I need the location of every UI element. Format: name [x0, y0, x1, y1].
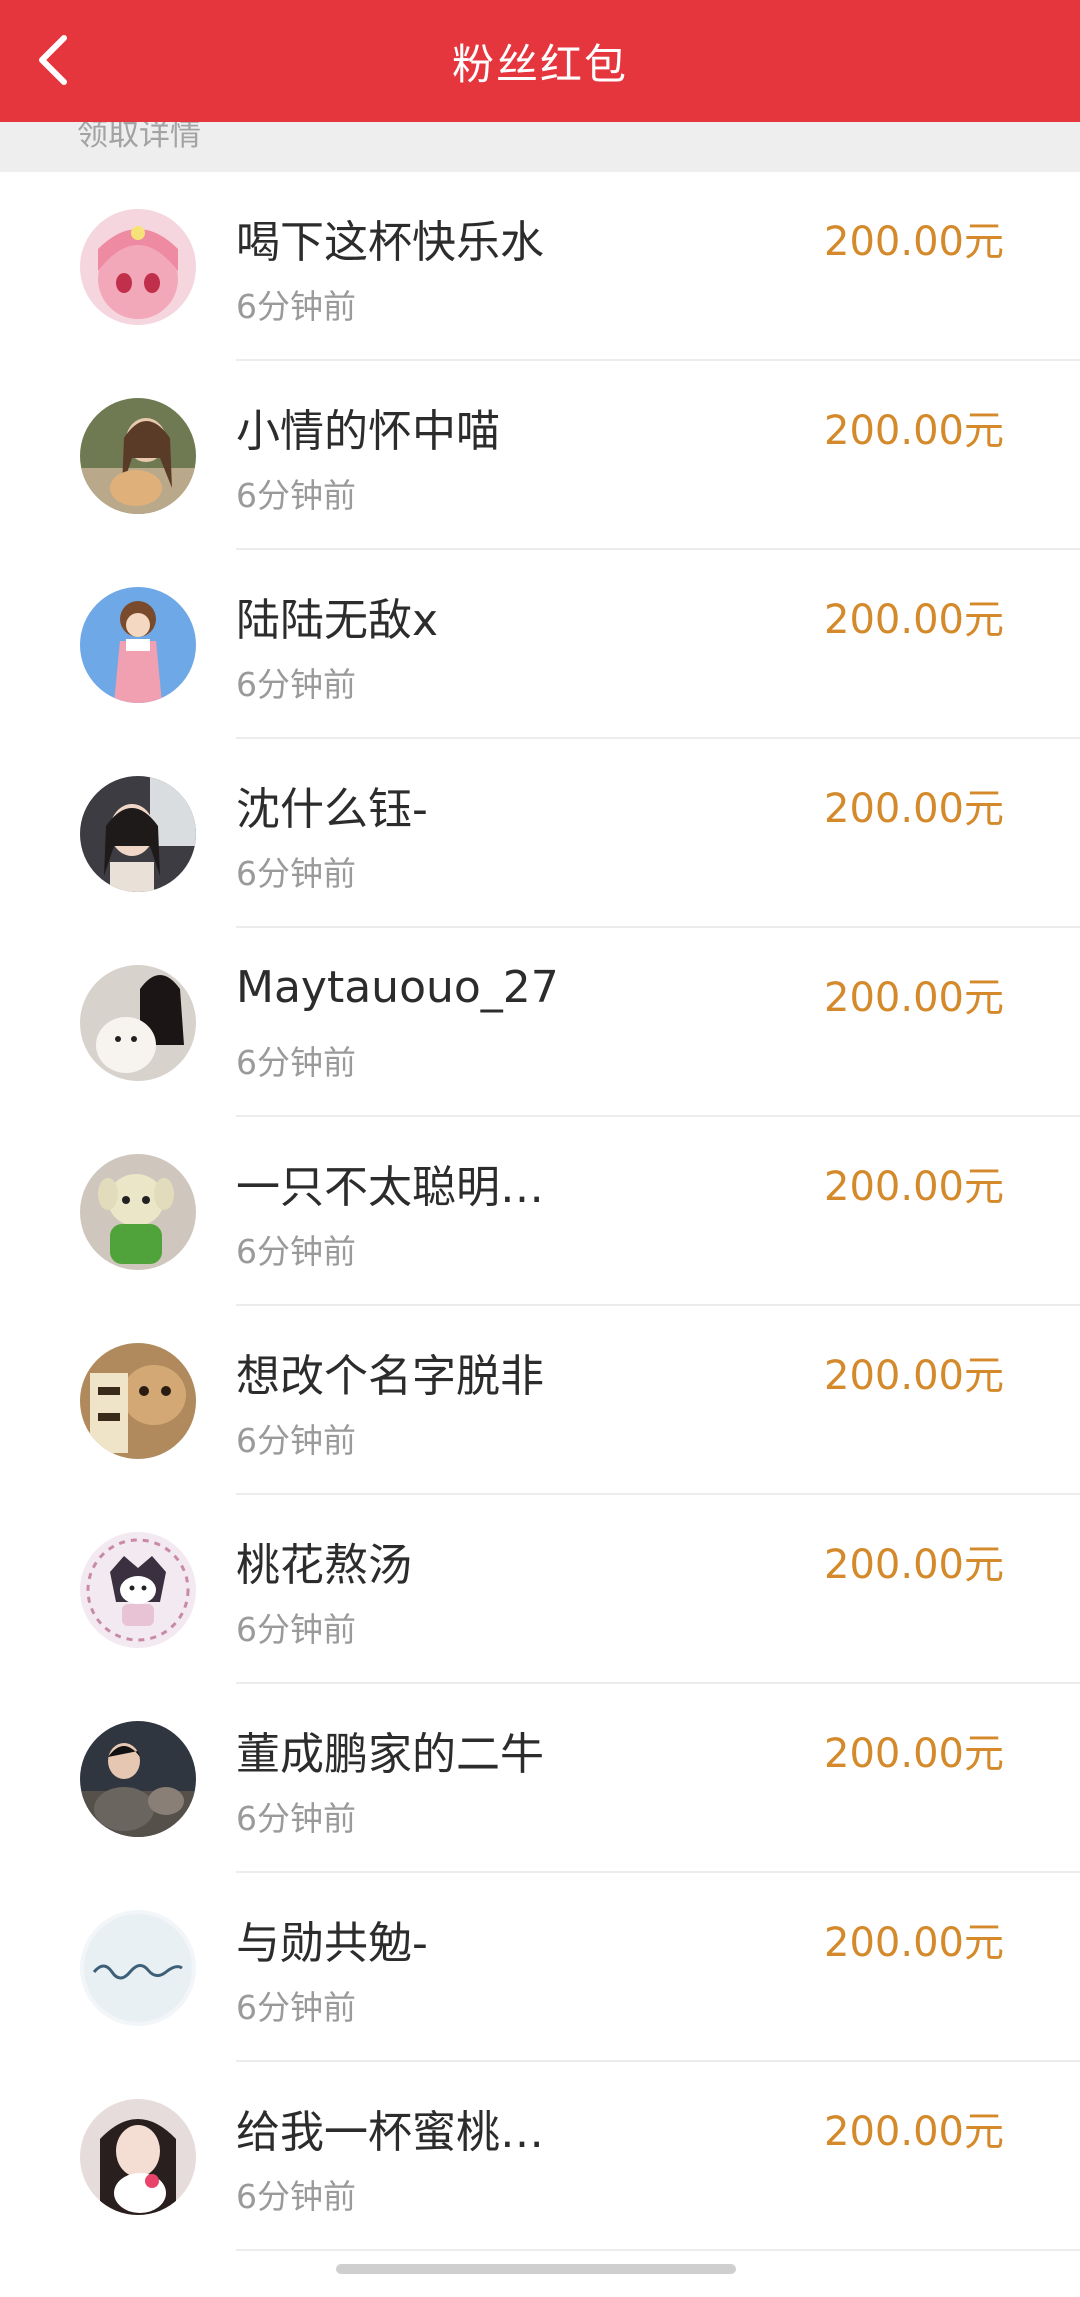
amount: 200.00元	[824, 1731, 1004, 1777]
recipient-name: 董成鹏家的二牛	[236, 1729, 544, 1780]
list-item[interactable]: 小情的怀中喵 6分钟前 200.00元	[0, 361, 1080, 550]
avatar	[80, 209, 196, 325]
received-time: 6分钟前	[236, 665, 356, 704]
amount: 200.00元	[824, 1542, 1004, 1588]
avatar	[80, 1532, 196, 1648]
recipient-name: 与勋共勉-	[236, 1918, 428, 1969]
list-item[interactable]: 想改个名字脱非 6分钟前 200.00元	[0, 1306, 1080, 1495]
recipient-name: 陆陆无敌x	[236, 595, 439, 646]
received-time: 6分钟前	[236, 476, 356, 515]
list-item[interactable]: 董成鹏家的二牛 6分钟前 200.00元	[0, 1684, 1080, 1873]
list-item[interactable]: 喝下这杯快乐水 6分钟前 200.00元	[0, 172, 1080, 361]
list-item[interactable]: 陆陆无敌x 6分钟前 200.00元	[0, 550, 1080, 739]
recipient-name: 喝下这杯快乐水	[236, 217, 544, 268]
recipient-name: 一只不太聪明…	[236, 1162, 544, 1213]
divider	[236, 2249, 1080, 2251]
amount: 200.00元	[824, 786, 1004, 832]
received-time: 6分钟前	[236, 854, 356, 893]
list-item[interactable]: 桃花熬汤 6分钟前 200.00元	[0, 1495, 1080, 1684]
received-time: 6分钟前	[236, 1043, 356, 1082]
chevron-left-icon	[39, 35, 67, 85]
page-title: 粉丝红包	[451, 39, 628, 89]
received-time: 6分钟前	[236, 2177, 356, 2216]
avatar	[80, 398, 196, 514]
app-header: 粉丝红包	[0, 0, 1080, 122]
recipient-name: 小情的怀中喵	[236, 406, 500, 457]
amount: 200.00元	[824, 975, 1004, 1021]
received-time: 6分钟前	[236, 1988, 356, 2027]
received-time: 6分钟前	[236, 287, 356, 326]
recipient-name: Maytauouo_27	[236, 962, 559, 1013]
avatar	[80, 965, 196, 1081]
recipient-name: 桃花熬汤	[236, 1540, 412, 1591]
recipient-name: 想改个名字脱非	[236, 1351, 544, 1402]
recipient-name: 沈什么钰-	[236, 784, 428, 835]
back-button[interactable]	[22, 28, 86, 92]
section-label: 领取详情	[77, 122, 201, 153]
amount: 200.00元	[824, 1164, 1004, 1210]
amount: 200.00元	[824, 1920, 1004, 1966]
section-header: 领取详情	[0, 122, 1080, 172]
received-time: 6分钟前	[236, 1799, 356, 1838]
amount: 200.00元	[824, 597, 1004, 643]
list-item[interactable]: 与勋共勉- 6分钟前 200.00元	[0, 1873, 1080, 2062]
amount: 200.00元	[824, 1353, 1004, 1399]
amount: 200.00元	[824, 408, 1004, 454]
amount: 200.00元	[824, 219, 1004, 265]
avatar	[80, 1721, 196, 1837]
avatar	[80, 776, 196, 892]
amount: 200.00元	[824, 2109, 1004, 2155]
list-item[interactable]: 沈什么钰- 6分钟前 200.00元	[0, 739, 1080, 928]
received-time: 6分钟前	[236, 1232, 356, 1271]
received-time: 6分钟前	[236, 1610, 356, 1649]
list-item[interactable]: Maytauouo_27 6分钟前 200.00元	[0, 928, 1080, 1117]
avatar	[80, 1343, 196, 1459]
list-item[interactable]: 一只不太聪明… 6分钟前 200.00元	[0, 1117, 1080, 1306]
avatar	[80, 587, 196, 703]
home-indicator[interactable]	[336, 2264, 736, 2274]
avatar	[80, 1154, 196, 1270]
recipient-name: 给我一杯蜜桃…	[236, 2107, 544, 2158]
received-time: 6分钟前	[236, 1421, 356, 1460]
avatar	[80, 2099, 196, 2215]
recipient-list: 喝下这杯快乐水 6分钟前 200.00元 小情的怀中喵 6分钟前 200.00元	[0, 172, 1080, 2251]
avatar	[80, 1910, 196, 2026]
list-item[interactable]: 给我一杯蜜桃… 6分钟前 200.00元	[0, 2062, 1080, 2251]
